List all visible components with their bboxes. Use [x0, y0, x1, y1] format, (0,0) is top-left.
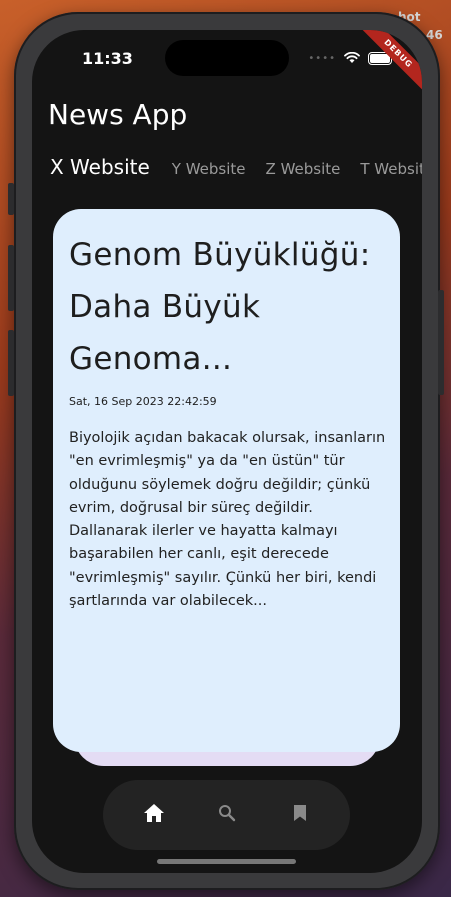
status-time: 11:33 — [82, 49, 133, 68]
wifi-icon — [344, 49, 360, 68]
app-title: News App — [48, 98, 188, 131]
status-icons: •••• — [308, 49, 392, 68]
volume-down-button — [8, 330, 14, 396]
home-icon — [143, 803, 165, 827]
power-button — [438, 290, 444, 395]
silent-switch — [8, 183, 14, 215]
tab-y-website[interactable]: Y Website — [172, 160, 246, 178]
tab-t-website[interactable]: T Website — [360, 160, 422, 178]
article-title: Genom Büyüklüğü: Daha Büyük Genoma... — [69, 237, 371, 377]
dynamic-island — [165, 40, 289, 76]
source-tabs: X Website Y Website Z Website T Website — [50, 155, 422, 179]
article-card[interactable]: Genom Büyüklüğü: Daha Büyük Genoma... Sa… — [53, 209, 400, 752]
search-icon — [218, 804, 236, 826]
tab-z-website[interactable]: Z Website — [266, 160, 341, 178]
nav-bookmark-button[interactable] — [280, 795, 320, 835]
nav-home-button[interactable] — [134, 795, 174, 835]
screen: 11:33 •••• DEBUG News App X Website Y We… — [32, 30, 422, 873]
signal-icon: •••• — [308, 53, 336, 64]
article-body: Biyolojik açıdan bakacak olursak, insanl… — [69, 430, 386, 610]
home-indicator[interactable] — [157, 859, 296, 864]
bookmark-icon — [293, 804, 307, 826]
nav-search-button[interactable] — [207, 795, 247, 835]
volume-up-button — [8, 245, 14, 311]
tab-x-website[interactable]: X Website — [50, 155, 150, 179]
article-date: Sat, 16 Sep 2023 22:42:59 — [69, 395, 217, 408]
bottom-nav — [103, 780, 350, 850]
